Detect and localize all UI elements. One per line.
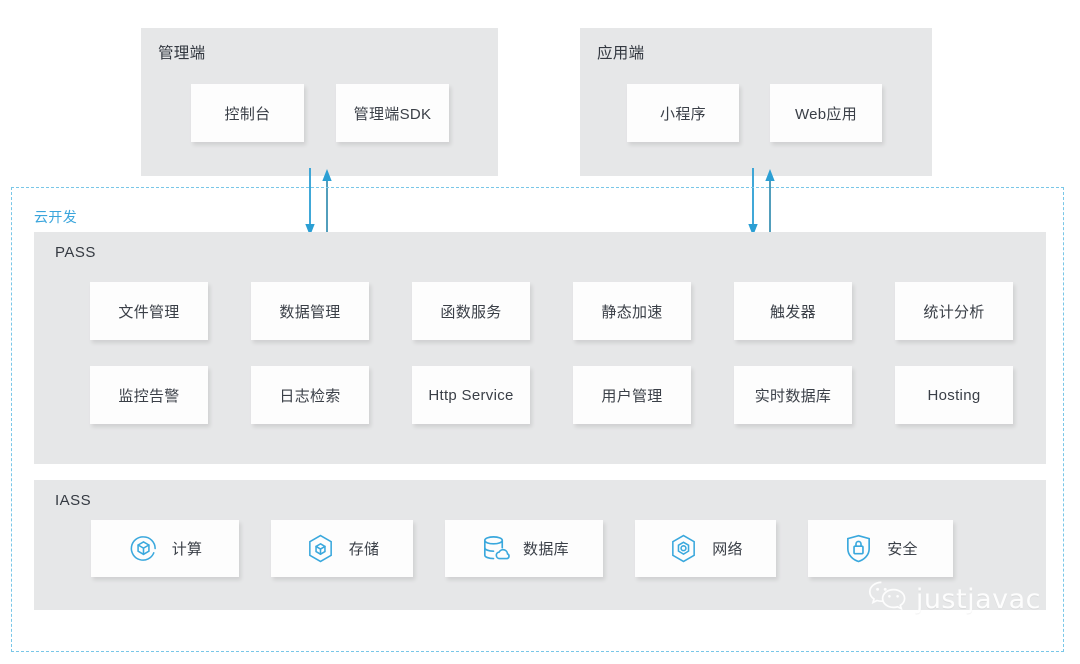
client-card-web-app[interactable]: Web应用 [770, 84, 882, 142]
database-cylinder-cloud-icon [479, 533, 510, 564]
client-group-application-title: 应用端 [597, 45, 645, 62]
cloud-development-label: 云开发 [34, 209, 78, 225]
client-group-admin-cards: 控制台 管理端SDK [191, 84, 449, 142]
iass-card-security-label: 安全 [887, 541, 918, 558]
network-hexagon-node-icon [668, 533, 699, 564]
client-group-application-cards: 小程序 Web应用 [627, 84, 882, 142]
pass-layer-title: PASS [55, 244, 96, 261]
pass-card-data-management[interactable]: 数据管理 [251, 282, 369, 340]
pass-card-http-service[interactable]: Http Service [412, 366, 530, 424]
client-group-admin: 管理端 控制台 管理端SDK [141, 28, 498, 176]
iass-card-network-label: 网络 [712, 541, 743, 558]
pass-card-function-service[interactable]: 函数服务 [412, 282, 530, 340]
client-card-admin-sdk[interactable]: 管理端SDK [336, 84, 449, 142]
iass-layer-title: IASS [55, 492, 92, 509]
iass-card-compute[interactable]: 计算 [91, 520, 239, 577]
pass-card-file-management[interactable]: 文件管理 [90, 282, 208, 340]
iass-card-compute-label: 计算 [171, 541, 203, 558]
client-group-application: 应用端 小程序 Web应用 [580, 28, 932, 176]
client-group-admin-title: 管理端 [158, 45, 206, 62]
client-card-miniprogram[interactable]: 小程序 [627, 84, 739, 142]
pass-layer: PASS 文件管理 数据管理 函数服务 静态加速 触发器 统计分析 监控告警 日… [34, 232, 1046, 464]
storage-hexagon-cube-icon [305, 533, 336, 564]
iass-service-row: 计算 存储 数据库 网络 安全 [91, 520, 953, 577]
pass-card-hosting[interactable]: Hosting [895, 366, 1013, 424]
iass-card-network[interactable]: 网络 [635, 520, 776, 577]
security-shield-lock-icon [843, 533, 874, 564]
pass-card-static-accel[interactable]: 静态加速 [573, 282, 691, 340]
pass-card-realtime-db[interactable]: 实时数据库 [734, 366, 852, 424]
iass-card-storage[interactable]: 存储 [271, 520, 413, 577]
pass-card-monitor-alarm[interactable]: 监控告警 [90, 366, 208, 424]
iass-card-database-label: 数据库 [523, 541, 569, 558]
iass-card-storage-label: 存储 [348, 541, 380, 558]
pass-card-analytics[interactable]: 统计分析 [895, 282, 1013, 340]
pass-service-grid: 文件管理 数据管理 函数服务 静态加速 触发器 统计分析 监控告警 日志检索 H… [90, 282, 1013, 424]
compute-circle-cube-icon [128, 533, 159, 564]
iass-card-database[interactable]: 数据库 [445, 520, 603, 577]
pass-card-log-search[interactable]: 日志检索 [251, 366, 369, 424]
client-card-console[interactable]: 控制台 [191, 84, 304, 142]
cloud-development-container: 云开发 PASS 文件管理 数据管理 函数服务 静态加速 触发器 统计分析 监控… [11, 187, 1064, 652]
iass-card-security[interactable]: 安全 [808, 520, 953, 577]
pass-card-trigger[interactable]: 触发器 [734, 282, 852, 340]
architecture-diagram: 管理端 控制台 管理端SDK 应用端 小程序 Web应用 云开发 PASS 文件… [0, 0, 1080, 664]
iass-layer: IASS 计算 存储 数据库 网络 安全 [34, 480, 1046, 610]
pass-card-user-management[interactable]: 用户管理 [573, 366, 691, 424]
